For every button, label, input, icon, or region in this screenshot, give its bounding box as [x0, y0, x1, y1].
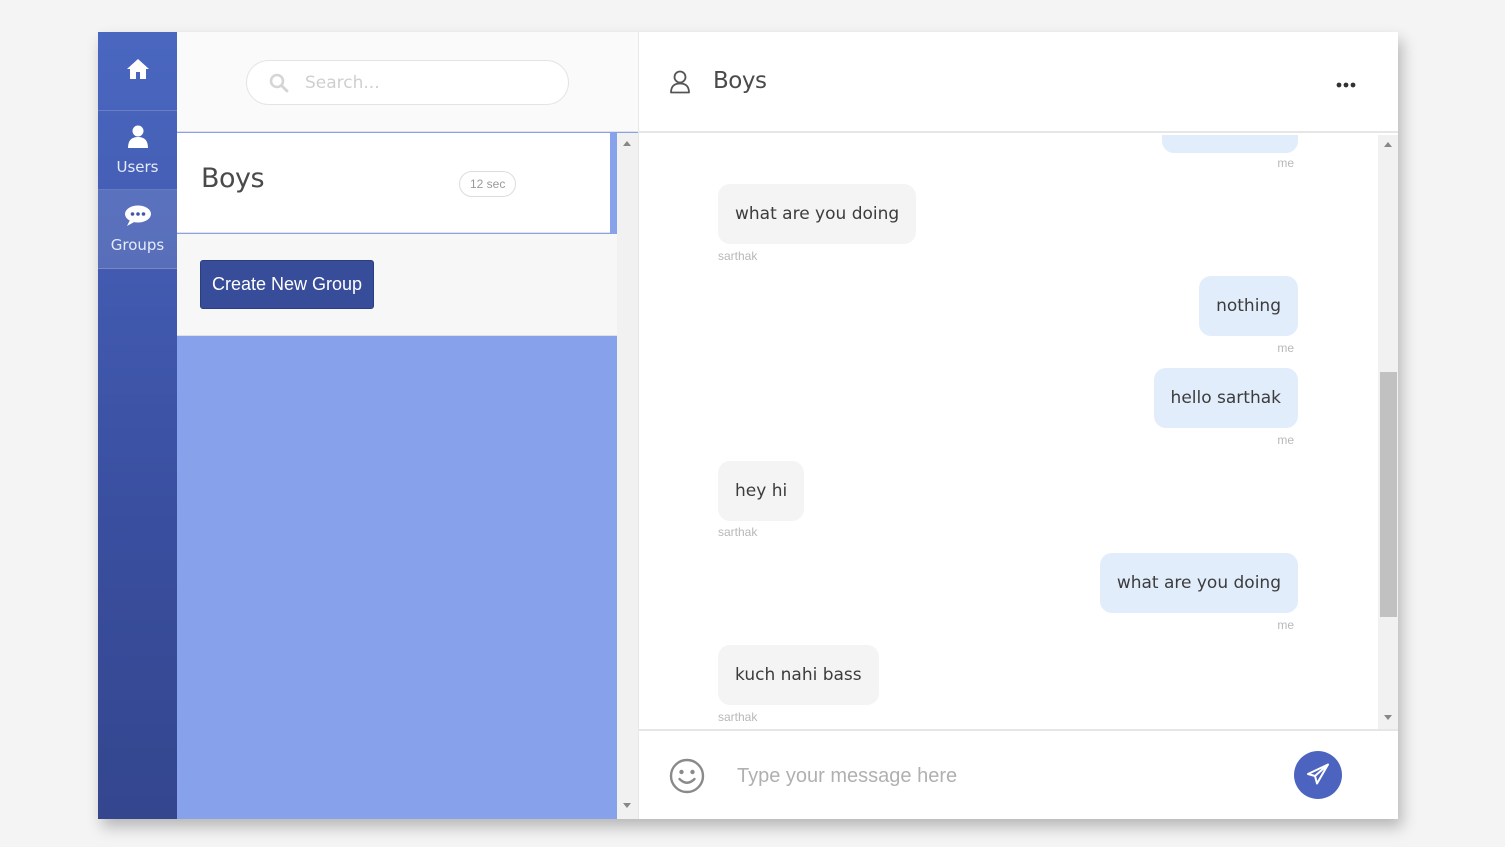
create-group-area: Create New Group	[177, 234, 617, 336]
group-name: Boys	[201, 163, 265, 194]
scrollbar-thumb[interactable]	[1380, 372, 1397, 617]
time-badge: 12 sec	[459, 171, 517, 197]
message-sender: me	[1277, 618, 1294, 632]
emoji-icon[interactable]	[669, 758, 705, 799]
side-nav: Users Groups	[98, 32, 177, 819]
message-list: me what are you doing sarthak nothing me…	[639, 135, 1378, 730]
nav-label-groups: Groups	[110, 235, 165, 254]
scroll-down-arrow-icon[interactable]	[1384, 715, 1392, 720]
message-bubble-outgoing	[1162, 135, 1298, 153]
message-bubble-incoming: kuch nahi bass	[718, 645, 879, 705]
group-list-scrollbar[interactable]	[617, 133, 638, 819]
search-box[interactable]	[246, 60, 569, 105]
more-options-icon[interactable]	[1336, 76, 1356, 94]
message-bubble-outgoing: what are you doing	[1099, 553, 1298, 613]
user-outline-icon	[669, 70, 691, 99]
search-area	[177, 32, 638, 132]
scroll-up-arrow-icon[interactable]	[1384, 142, 1392, 147]
message-sender: me	[1277, 433, 1294, 447]
chat-panel: Boys me what are you doing sarthak nothi…	[638, 32, 1398, 819]
message-bubble-outgoing: nothing	[1199, 276, 1298, 336]
chat-app-window: Users Groups Boys 12 sec Create New Grou…	[98, 32, 1398, 819]
message-sender: sarthak	[718, 710, 758, 724]
message-input[interactable]	[737, 759, 1257, 793]
nav-item-users[interactable]: Users	[98, 111, 177, 190]
home-icon	[126, 58, 150, 85]
scroll-down-arrow-icon[interactable]	[623, 803, 631, 808]
nav-label-users: Users	[116, 157, 159, 176]
active-indicator	[610, 133, 617, 233]
send-plane-icon	[1306, 763, 1330, 788]
scroll-up-arrow-icon[interactable]	[623, 141, 631, 146]
send-button[interactable]	[1294, 751, 1342, 799]
message-bubble-incoming: hey hi	[718, 461, 805, 521]
message-sender: sarthak	[718, 249, 758, 263]
message-bubble-outgoing: hello sarthak	[1153, 368, 1298, 428]
create-new-group-button[interactable]: Create New Group	[200, 260, 374, 309]
chat-title: Boys	[713, 68, 767, 94]
message-sender: me	[1277, 156, 1294, 170]
search-input[interactable]	[305, 69, 545, 96]
message-list-scrollbar[interactable]	[1378, 135, 1398, 730]
group-list-panel: Boys 12 sec Create New Group	[177, 32, 638, 819]
message-sender: sarthak	[718, 525, 758, 539]
user-icon	[127, 125, 148, 154]
message-bubble-incoming: what are you doing	[718, 184, 917, 244]
chat-header: Boys	[639, 32, 1398, 133]
chat-bubble-icon	[124, 205, 152, 232]
nav-item-home[interactable]	[98, 32, 177, 111]
search-icon	[269, 73, 289, 98]
message-sender: me	[1277, 341, 1294, 355]
nav-item-groups[interactable]: Groups	[98, 190, 177, 269]
group-list-item[interactable]: Boys 12 sec	[177, 133, 617, 233]
message-composer	[639, 729, 1398, 819]
